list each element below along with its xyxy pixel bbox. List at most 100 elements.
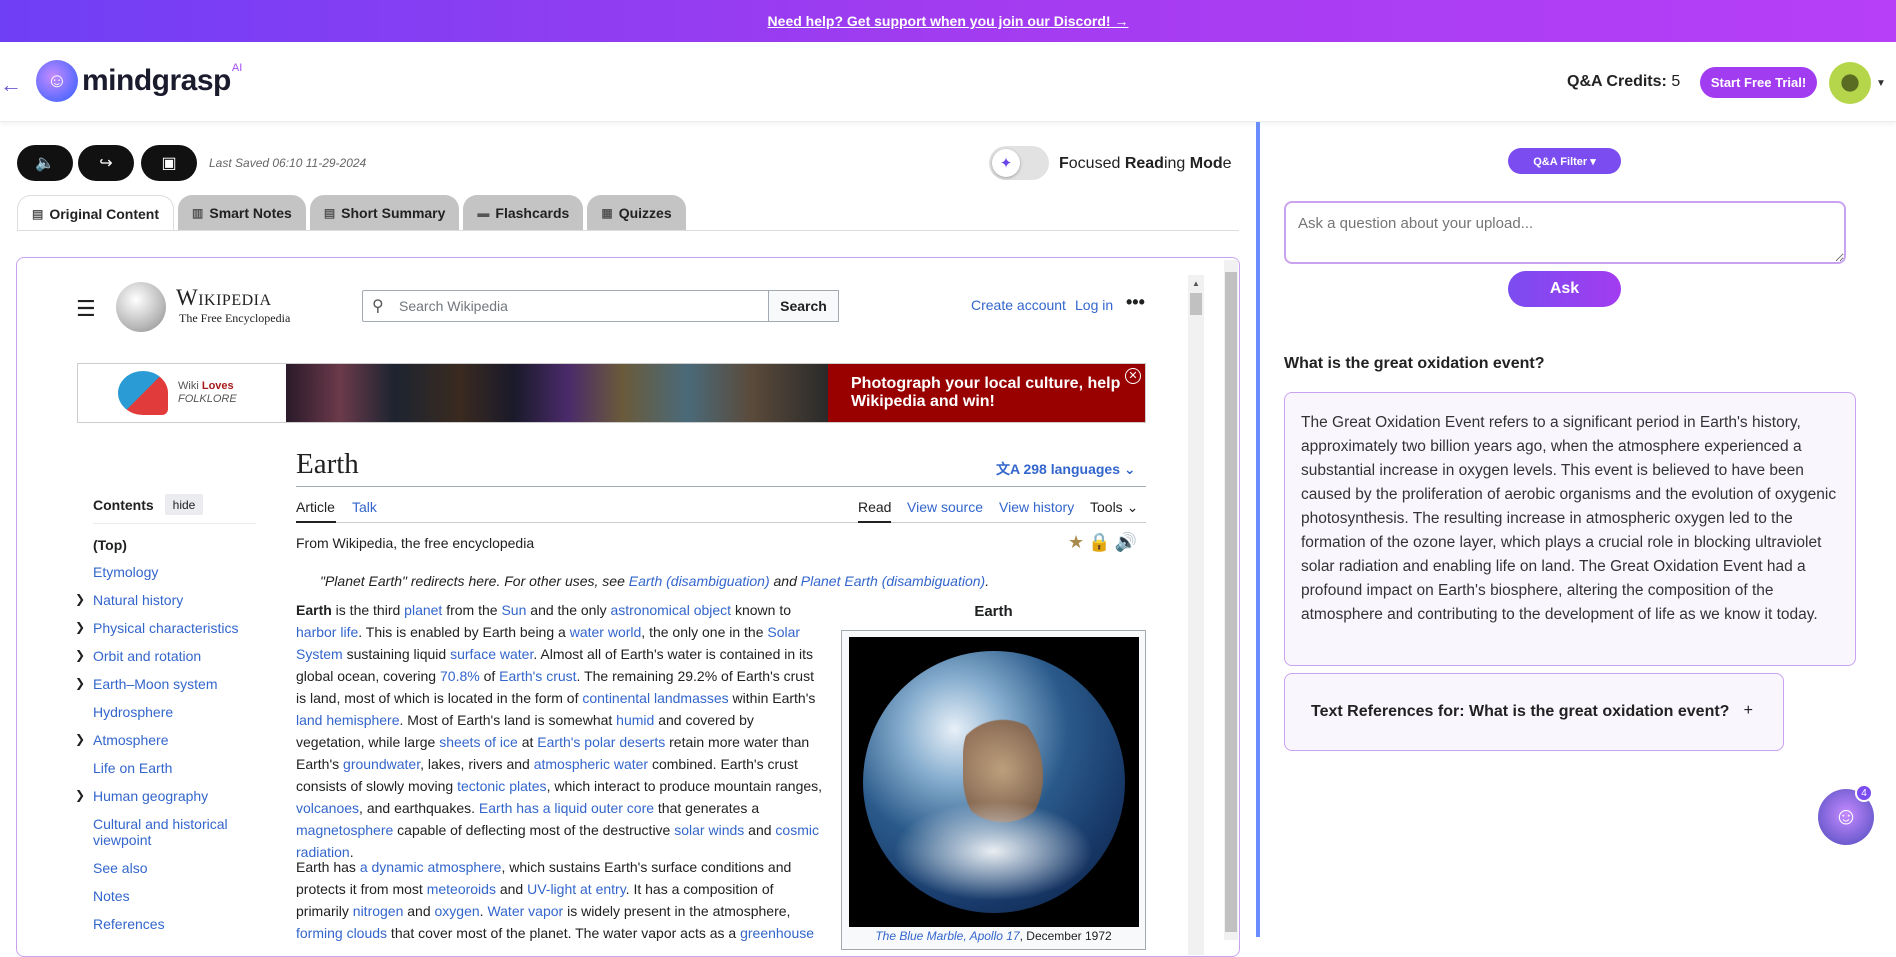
toc-item[interactable]: Natural history bbox=[93, 592, 253, 608]
last-saved: Last Saved 06:10 11-29-2024 bbox=[209, 156, 367, 170]
active-tab-underline bbox=[296, 521, 336, 523]
toc-item[interactable]: Etymology bbox=[93, 564, 253, 580]
wikipedia-search-input[interactable]: Search Wikipedia bbox=[362, 290, 770, 322]
qa-credits: Q&A Credits: 5 bbox=[1567, 73, 1680, 91]
translate-icon: 文A bbox=[996, 461, 1020, 477]
search-icon: ⚲ bbox=[372, 298, 384, 315]
mindgrasp-logo[interactable]: ☺ mindgrasp AI bbox=[36, 60, 242, 102]
back-arrow-icon[interactable]: ← bbox=[0, 72, 22, 98]
contents-title: Contents bbox=[93, 497, 154, 513]
wikipedia-wordmark[interactable]: Wikipedia bbox=[176, 285, 272, 311]
plus-icon[interactable]: + bbox=[1744, 702, 1753, 720]
infobox-caption: The Blue Marble, Apollo 17, December 197… bbox=[875, 929, 1112, 943]
create-account-link[interactable]: Create account bbox=[971, 297, 1066, 313]
tab-quizzes[interactable]: ▦ Quizzes bbox=[587, 195, 686, 231]
wikipedia-tagline: The Free Encyclopedia bbox=[179, 311, 291, 325]
wikipedia-search-button[interactable]: Search bbox=[768, 290, 839, 322]
tab-article[interactable]: Article bbox=[296, 499, 335, 515]
tab-short-summary[interactable]: ▤ Short Summary bbox=[309, 195, 460, 231]
toc-item[interactable]: Atmosphere bbox=[93, 732, 253, 748]
hatnote-link[interactable]: Earth (disambiguation) bbox=[629, 573, 770, 589]
tab-view-source[interactable]: View source bbox=[907, 499, 983, 515]
app-header: ← ☺ mindgrasp AI Q&A Credits: 5 Start Fr… bbox=[0, 42, 1896, 122]
tab-smart-notes[interactable]: ▥ Smart Notes bbox=[178, 195, 306, 231]
ask-question-input[interactable] bbox=[1284, 201, 1846, 264]
toc-item[interactable]: Orbit and rotation bbox=[93, 648, 253, 664]
toc-item[interactable]: Earth–Moon system bbox=[93, 676, 253, 692]
tab-flashcards[interactable]: ▬ Flashcards bbox=[463, 195, 584, 231]
toc-item[interactable]: See also bbox=[93, 860, 253, 876]
hatnote-link[interactable]: Planet Earth (disambiguation) bbox=[801, 573, 985, 589]
save-button[interactable]: ▣ bbox=[141, 145, 197, 181]
toc-item[interactable]: Cultural and historical viewpoint bbox=[93, 816, 253, 848]
question-title: What is the great oxidation event? bbox=[1284, 355, 1545, 372]
share-button[interactable]: ↪ bbox=[78, 145, 134, 181]
log-in-link[interactable]: Log in bbox=[1075, 297, 1113, 313]
puzzle-heart-icon bbox=[118, 371, 168, 415]
from-wikipedia: From Wikipedia, the free encyclopedia bbox=[296, 535, 535, 551]
banner-photos bbox=[286, 364, 828, 422]
notes-icon: ▥ bbox=[192, 206, 204, 220]
lock-icon: 🔒 bbox=[1088, 532, 1115, 552]
hide-contents-button[interactable]: hide bbox=[165, 494, 203, 515]
brain-icon: ☺ bbox=[1833, 803, 1859, 830]
sparkle-icon: ✦ bbox=[992, 149, 1020, 177]
discord-support-link[interactable]: Need help? Get support when you join our… bbox=[768, 13, 1129, 29]
close-icon[interactable]: ✕ bbox=[1125, 368, 1141, 384]
star-icon: ★ bbox=[1068, 532, 1089, 552]
text-references-accordion[interactable]: Text References for: What is the great o… bbox=[1284, 673, 1784, 751]
earth-image[interactable] bbox=[849, 637, 1139, 927]
start-free-trial-button[interactable]: Start Free Trial! bbox=[1700, 67, 1817, 98]
tab-original-content[interactable]: ▤ Original Content bbox=[17, 195, 175, 231]
inner-scrollbar[interactable]: ▲ bbox=[1188, 275, 1204, 955]
ask-button[interactable]: Ask bbox=[1508, 271, 1621, 307]
text-references-label: Text References for: What is the great o… bbox=[1311, 703, 1730, 720]
frame-scrollbar[interactable] bbox=[1224, 260, 1238, 940]
promo-bar: Need help? Get support when you join our… bbox=[0, 0, 1896, 42]
wiki-loves-folklore-banner[interactable]: Wiki Loves FOLKLORE Photograph your local… bbox=[77, 363, 1146, 423]
tab-read[interactable]: Read bbox=[858, 499, 891, 515]
notification-badge: 4 bbox=[1855, 784, 1873, 802]
speaker-icon: 🔈 bbox=[35, 155, 55, 172]
qa-credits-value: 5 bbox=[1671, 73, 1681, 90]
more-options-icon[interactable]: ••• bbox=[1126, 292, 1145, 313]
chevron-right-icon[interactable]: ❯ bbox=[75, 676, 85, 690]
avatar[interactable] bbox=[1829, 62, 1871, 104]
audio-icon[interactable]: 🔊 bbox=[1115, 532, 1141, 552]
focused-reading-label: Focused Reading Mode bbox=[1059, 155, 1232, 172]
toc-item[interactable]: Human geography bbox=[93, 788, 253, 804]
flashcards-icon: ▬ bbox=[477, 206, 490, 220]
hamburger-menu-icon[interactable]: ☰ bbox=[76, 296, 96, 322]
toc-item[interactable]: Notes bbox=[93, 888, 253, 904]
page-title: Earth bbox=[296, 448, 359, 480]
active-tab-underline bbox=[858, 521, 891, 523]
logo-ai: AI bbox=[231, 62, 243, 74]
tab-divider bbox=[17, 230, 1239, 231]
tools-menu[interactable]: Tools ⌄ bbox=[1090, 499, 1138, 516]
chevron-right-icon[interactable]: ❯ bbox=[75, 732, 85, 746]
audio-button[interactable]: 🔈 bbox=[17, 145, 73, 181]
chevron-right-icon[interactable]: ❯ bbox=[75, 788, 85, 802]
title-divider bbox=[296, 486, 1146, 487]
toc-item[interactable]: Hydrosphere bbox=[93, 704, 253, 720]
banner-cta: Photograph your local culture, help Wiki… bbox=[828, 364, 1145, 422]
save-icon: ▣ bbox=[161, 155, 177, 172]
chevron-right-icon[interactable]: ❯ bbox=[75, 592, 85, 606]
toc-item[interactable]: Physical characteristics bbox=[93, 620, 253, 636]
tab-view-history[interactable]: View history bbox=[999, 499, 1074, 515]
chevron-right-icon[interactable]: ❯ bbox=[75, 620, 85, 634]
chevron-right-icon[interactable]: ❯ bbox=[75, 648, 85, 662]
toc-item[interactable]: Life on Earth bbox=[93, 760, 253, 776]
tab-talk[interactable]: Talk bbox=[352, 499, 377, 515]
toc-item[interactable]: (Top) bbox=[93, 537, 253, 553]
wiki-loves-folklore-logo: Wiki Loves FOLKLORE bbox=[78, 364, 286, 422]
pane-divider[interactable] bbox=[1256, 122, 1260, 937]
toc-item[interactable]: References bbox=[93, 916, 253, 932]
qa-filter-button[interactable]: Q&A Filter ▾ bbox=[1508, 148, 1621, 174]
wikipedia-globe-icon[interactable] bbox=[116, 282, 166, 332]
wiki-tabs-divider bbox=[296, 522, 1146, 523]
chevron-down-icon[interactable]: ▼ bbox=[1876, 78, 1886, 89]
focused-reading-toggle[interactable]: ✦ bbox=[989, 146, 1049, 180]
qa-credits-label: Q&A Credits: bbox=[1567, 73, 1667, 90]
languages-button[interactable]: 文A 298 languages ⌄ bbox=[996, 459, 1136, 479]
